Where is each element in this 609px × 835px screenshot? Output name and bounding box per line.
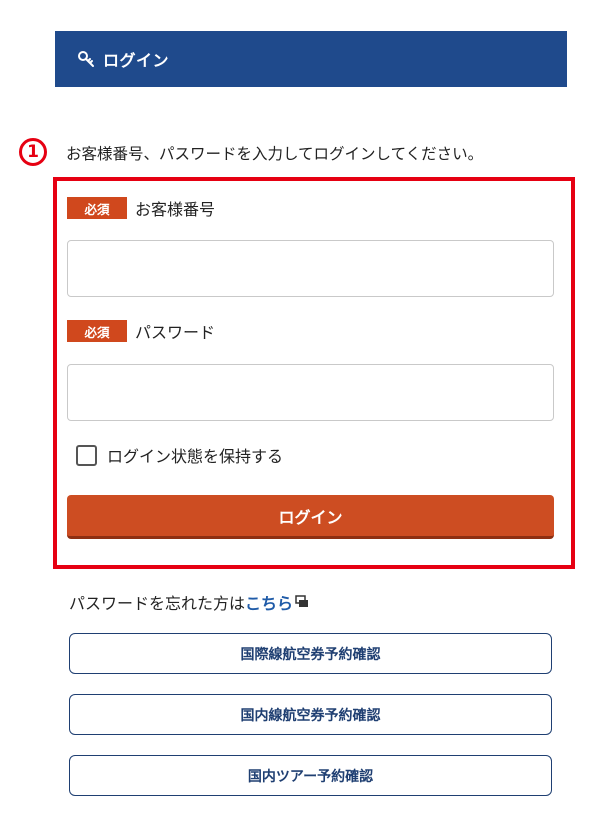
password-input[interactable] <box>67 364 554 421</box>
password-label: 必須 パスワード <box>67 319 215 343</box>
remember-login-checkbox[interactable] <box>76 444 97 466</box>
required-badge: 必須 <box>67 197 127 219</box>
password-label-text: パスワード <box>135 323 216 342</box>
external-window-icon <box>295 595 309 607</box>
remember-login-option[interactable]: ログイン状態を保持する <box>76 443 283 467</box>
step-marker: 1 <box>19 138 47 166</box>
page-header: ログイン <box>55 31 567 87</box>
forgot-password-text: パスワードを忘れた方は <box>69 594 246 613</box>
remember-login-label: ログイン状態を保持する <box>107 447 284 466</box>
domestic-tour-reservation-button[interactable]: 国内ツアー予約確認 <box>69 755 552 796</box>
instruction-text: お客様番号、パスワードを入力してログインしてください。 <box>66 145 484 163</box>
key-icon <box>78 51 94 67</box>
customer-number-label-text: お客様番号 <box>135 200 216 219</box>
forgot-password-link[interactable]: こちら <box>245 590 293 614</box>
customer-number-input[interactable] <box>67 240 554 297</box>
login-button[interactable]: ログイン <box>67 495 554 539</box>
forgot-password: パスワードを忘れた方は こちら <box>69 590 309 614</box>
required-badge: 必須 <box>67 320 127 342</box>
domestic-flight-reservation-button[interactable]: 国内線航空券予約確認 <box>69 694 552 735</box>
page-title: ログイン <box>103 51 170 70</box>
customer-number-label: 必須 お客様番号 <box>67 196 215 220</box>
intl-flight-reservation-button[interactable]: 国際線航空券予約確認 <box>69 633 552 674</box>
